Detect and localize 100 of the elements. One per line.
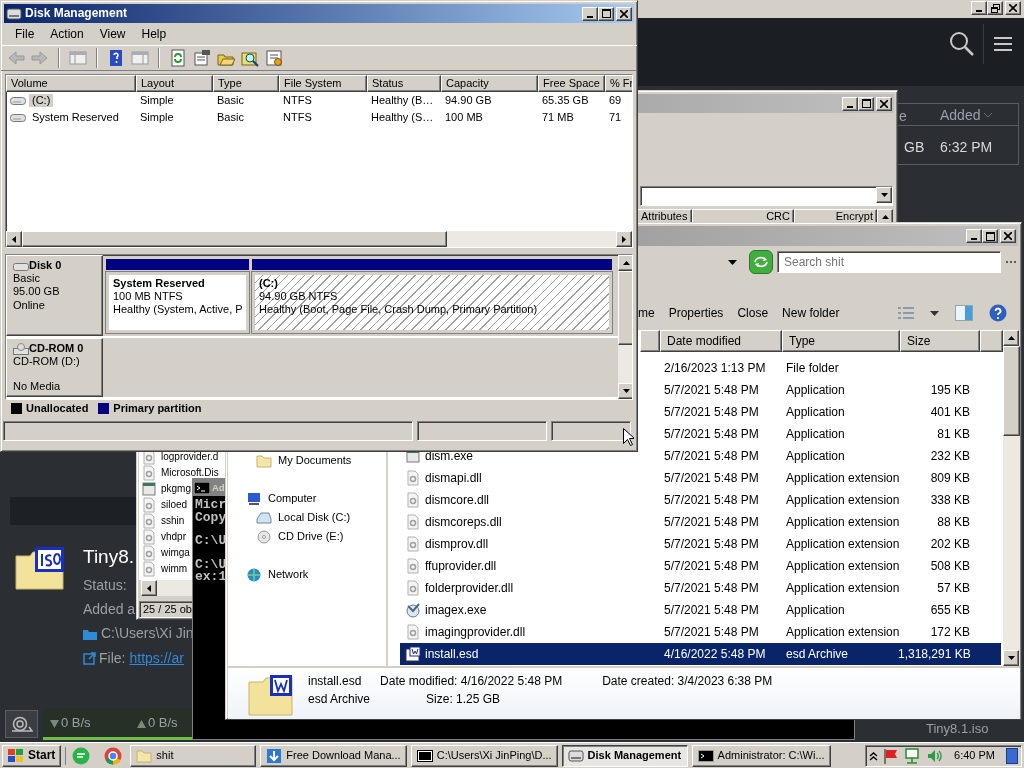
- column-header[interactable]: Layout: [136, 75, 213, 92]
- find-button[interactable]: [241, 49, 259, 67]
- file-row[interactable]: imagex.exe 5/7/2021 5:48 PM Application 655 KB: [400, 599, 1001, 621]
- column-header[interactable]: [980, 330, 1003, 352]
- show-hidden-icons-button[interactable]: [869, 750, 879, 761]
- help-button[interactable]: [107, 49, 125, 67]
- file-row[interactable]: ffuprovider.dll 5/7/2021 5:48 PM Application extension 508 KB: [400, 555, 1001, 577]
- maximize-button[interactable]: [598, 6, 614, 21]
- toolbar-button[interactable]: Close: [737, 304, 769, 322]
- file-name[interactable]: dism.exe: [425, 448, 474, 464]
- dropdown-button[interactable]: [728, 259, 737, 265]
- file-name[interactable]: wimga: [161, 547, 190, 559]
- file-name[interactable]: sshin: [161, 515, 185, 527]
- taskbar-button[interactable]: C:\Users\Xi JinPing\D...: [410, 744, 558, 767]
- file-name[interactable]: imagex.exe: [425, 602, 487, 618]
- scroll-left-button[interactable]: [141, 580, 157, 596]
- scroll-thumb[interactable]: [22, 231, 447, 247]
- toolbar-button[interactable]: me: [638, 304, 655, 322]
- toolbar-button[interactable]: New folder: [782, 304, 840, 322]
- scroll-thumb[interactable]: [1003, 346, 1020, 436]
- taskbar-button[interactable]: shit: [130, 744, 257, 767]
- column-header[interactable]: [640, 330, 660, 352]
- file-row[interactable]: dismcore.dll 5/7/2021 5:48 PM Application extension 338 KB: [400, 489, 1001, 511]
- file-name[interactable]: install.esd: [425, 646, 479, 662]
- minimize-button[interactable]: [582, 6, 598, 21]
- show-desktop-icon[interactable]: [1006, 747, 1018, 764]
- file-row[interactable]: dismprov.dll 5/7/2021 5:48 PM Application extension 202 KB: [400, 533, 1001, 555]
- taskbar-button[interactable]: Administrator: C:\Wi...: [691, 744, 831, 767]
- view-options-button[interactable]: [898, 306, 939, 320]
- scroll-down-button[interactable]: [1003, 650, 1019, 666]
- file-row[interactable]: 2/16/2023 1:13 PM File folder: [640, 357, 1001, 379]
- close-button[interactable]: [1000, 229, 1016, 243]
- partition-name[interactable]: (C:): [259, 277, 605, 291]
- nav-item[interactable]: Local Disk (C:): [278, 510, 351, 525]
- scroll-thumb[interactable]: [618, 271, 632, 345]
- maximize-button[interactable]: [982, 229, 998, 243]
- browser-button[interactable]: [104, 746, 123, 765]
- close-button[interactable]: [876, 96, 892, 111]
- taskbar-button[interactable]: Disk Management: [561, 744, 688, 767]
- nav-item[interactable]: CD Drive (E:): [278, 529, 344, 544]
- preview-pane-button[interactable]: [955, 305, 973, 321]
- menu-icon[interactable]: [994, 37, 1012, 51]
- file-row[interactable]: 5/7/2021 5:48 PM Application 195 KB: [640, 379, 1001, 401]
- column-header[interactable]: Type: [782, 330, 900, 352]
- file-name[interactable]: vhdpr: [161, 531, 186, 543]
- menu-item[interactable]: Action: [42, 26, 92, 42]
- file-name[interactable]: pkgmg: [161, 483, 191, 495]
- minimize-button[interactable]: [971, 1, 987, 15]
- minimize-button[interactable]: [966, 229, 982, 243]
- start-button[interactable]: Start: [2, 744, 62, 767]
- refresh-button[interactable]: [169, 49, 187, 67]
- nav-item[interactable]: Computer: [268, 491, 317, 506]
- file-row[interactable]: 5/7/2021 5:48 PM Application 401 KB: [640, 401, 1001, 423]
- properties-button[interactable]: [193, 49, 211, 67]
- column-header[interactable]: e: [899, 108, 907, 125]
- file-name[interactable]: dismcoreps.dll: [425, 514, 502, 530]
- close-button[interactable]: [1005, 1, 1021, 15]
- file-name[interactable]: Microsoft.Dis: [161, 467, 219, 479]
- menu-item[interactable]: Help: [133, 26, 175, 42]
- file-name[interactable]: logprovider.d: [161, 451, 219, 463]
- file-link[interactable]: https://ar: [129, 650, 184, 667]
- close-button[interactable]: [616, 6, 632, 21]
- file-name[interactable]: folderprovider.dll: [425, 580, 514, 596]
- file-row[interactable]: install.esd 4/16/2022 5:48 PM esd Archive 1,318,291 KB: [400, 643, 1001, 665]
- file-row[interactable]: dismapi.dll 5/7/2021 5:48 PM Application extension 809 KB: [400, 467, 1001, 489]
- scroll-left-button[interactable]: [6, 231, 22, 247]
- address-combo-box[interactable]: [640, 186, 893, 206]
- scroll-down-button[interactable]: [618, 383, 632, 399]
- taskbar-button[interactable]: Free Download Mana...: [260, 744, 407, 767]
- column-header[interactable]: Capacity: [441, 75, 538, 92]
- column-header[interactable]: Added: [940, 107, 993, 124]
- file-row[interactable]: 5/7/2021 5:48 PM Application 81 KB: [640, 423, 1001, 445]
- maximize-button[interactable]: [858, 96, 874, 111]
- help-button[interactable]: [989, 304, 1007, 322]
- search-field[interactable]: Search shit: [777, 251, 1001, 273]
- file-row[interactable]: folderprovider.dll 5/7/2021 5:48 PM Application extension 57 KB: [400, 577, 1001, 599]
- column-header[interactable]: File System: [279, 75, 367, 92]
- speed-limit-button[interactable]: [5, 710, 38, 738]
- nav-item[interactable]: My Documents: [278, 453, 352, 468]
- search-icon[interactable]: [949, 31, 975, 57]
- column-header[interactable]: Date modified: [660, 330, 782, 352]
- file-name[interactable]: dismcore.dll: [425, 492, 490, 508]
- file-name[interactable]: dismapi.dll: [425, 470, 482, 486]
- toolbar-button[interactable]: Properties: [668, 304, 724, 322]
- file-name[interactable]: imagingprovider.dll: [425, 624, 526, 640]
- scroll-up-button[interactable]: [618, 255, 632, 271]
- column-header[interactable]: Free Space: [538, 75, 605, 92]
- table-cell[interactable]: (C:): [29, 93, 54, 108]
- partition-name[interactable]: System Reserved: [113, 277, 242, 291]
- clock[interactable]: 6:40 PM: [954, 748, 995, 763]
- column-header[interactable]: Size: [900, 330, 980, 352]
- file-name[interactable]: dismprov.dll: [425, 536, 489, 552]
- file-name[interactable]: siloed: [161, 499, 188, 511]
- refresh-button[interactable]: [749, 250, 773, 274]
- file-name[interactable]: wimm: [161, 563, 188, 575]
- minimize-button[interactable]: [842, 96, 858, 111]
- table-cell[interactable]: System Reserved: [29, 110, 122, 125]
- column-header[interactable]: Status: [367, 75, 441, 92]
- menu-item[interactable]: View: [91, 26, 134, 42]
- settings-button[interactable]: [265, 49, 283, 67]
